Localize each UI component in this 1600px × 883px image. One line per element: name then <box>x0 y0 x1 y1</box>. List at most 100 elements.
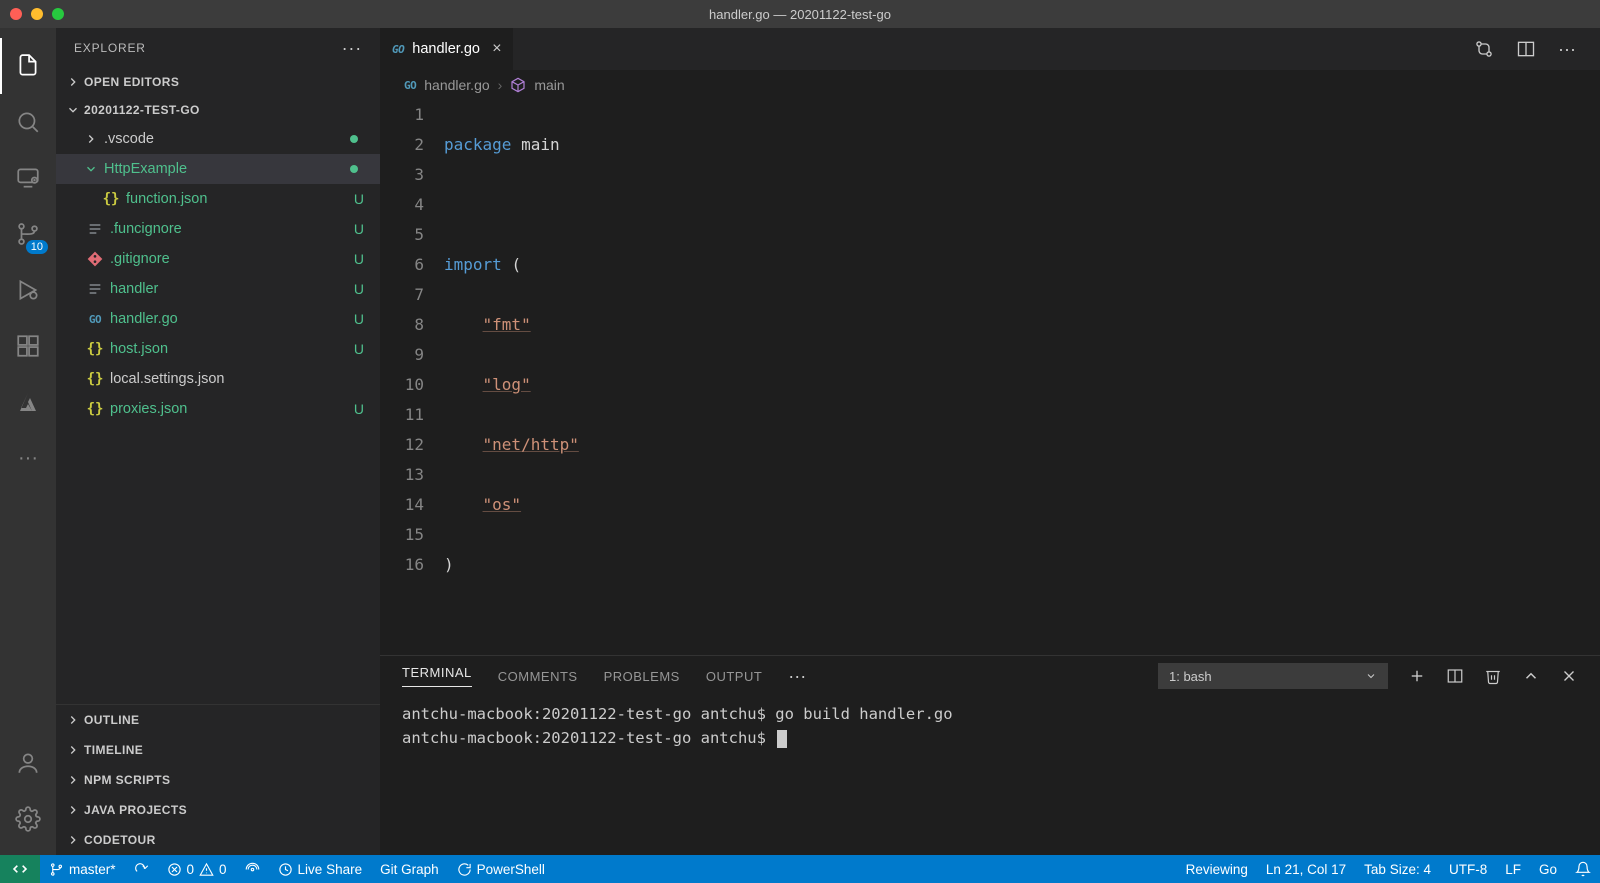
outline-label: OUTLINE <box>84 713 139 727</box>
account-icon <box>15 750 41 776</box>
activity-account[interactable] <box>0 735 56 791</box>
terminal[interactable]: antchu-macbook:20201122-test-go antchu$ … <box>380 696 1600 855</box>
editor-more-button[interactable]: ··· <box>1558 39 1576 60</box>
activity-search[interactable] <box>0 94 56 150</box>
git-badge: U <box>354 311 364 327</box>
activity-remote-explorer[interactable] <box>0 150 56 206</box>
git-branch-status[interactable]: master* <box>40 855 125 883</box>
file-lines-icon <box>84 281 106 297</box>
tree-file-localsettings[interactable]: {} local.settings.json <box>56 364 380 394</box>
sidebar-header: EXPLORER ··· <box>56 28 380 68</box>
compare-changes-button[interactable] <box>1474 39 1494 59</box>
eol-status[interactable]: LF <box>1496 855 1530 883</box>
codetour-label: CODETOUR <box>84 833 156 847</box>
cursor-position-status[interactable]: Ln 21, Col 17 <box>1257 855 1355 883</box>
activity-explorer[interactable] <box>0 38 56 94</box>
code-content[interactable]: package main import ( "fmt" "log" "net/h… <box>444 100 1600 655</box>
activity-debug[interactable] <box>0 262 56 318</box>
breadcrumb-file[interactable]: handler.go <box>424 77 489 93</box>
git-modified-dot <box>350 165 358 173</box>
close-icon[interactable]: × <box>492 40 501 58</box>
window-minimize-button[interactable] <box>31 8 43 20</box>
new-terminal-button[interactable] <box>1408 667 1426 685</box>
symbol-package-icon <box>510 77 526 93</box>
encoding-status[interactable]: UTF-8 <box>1440 855 1496 883</box>
activity-bar: 10 ··· <box>0 28 56 855</box>
window-close-button[interactable] <box>10 8 22 20</box>
activity-extensions[interactable] <box>0 318 56 374</box>
npm-section[interactable]: NPM SCRIPTS <box>56 765 380 795</box>
open-editors-section[interactable]: OPEN EDITORS <box>56 68 380 96</box>
tabsize-status[interactable]: Tab Size: 4 <box>1355 855 1440 883</box>
folder-section[interactable]: 20201122-TEST-GO <box>56 96 380 124</box>
liveshare-icon <box>278 862 293 877</box>
chevron-down-icon <box>66 103 80 117</box>
timeline-section[interactable]: TIMELINE <box>56 735 380 765</box>
terminal-selector[interactable]: 1: bash <box>1158 663 1388 689</box>
sidebar-more-button[interactable]: ··· <box>342 38 362 59</box>
chevron-right-icon <box>66 803 80 817</box>
breadcrumb-symbol[interactable]: main <box>534 77 564 93</box>
tree-item-label: handler.go <box>110 311 178 327</box>
open-editors-label: OPEN EDITORS <box>84 75 179 89</box>
tree-file-proxiesjson[interactable]: {} proxies.json U <box>56 394 380 424</box>
error-icon <box>167 862 182 877</box>
chevron-down-icon <box>1365 670 1377 682</box>
tree-folder-httpexample[interactable]: HttpExample <box>56 154 380 184</box>
bell-icon <box>1575 861 1591 877</box>
gitgraph-status[interactable]: Git Graph <box>371 855 448 883</box>
tab-handlergo[interactable]: GO handler.go × <box>380 28 514 70</box>
tree-folder-vscode[interactable]: .vscode <box>56 124 380 154</box>
git-badge: U <box>354 281 364 297</box>
debug-status[interactable] <box>236 855 269 883</box>
close-panel-button[interactable] <box>1560 667 1578 685</box>
activity-azure[interactable] <box>0 374 56 430</box>
panel-tab-terminal[interactable]: TERMINAL <box>402 665 472 687</box>
tree-item-label: local.settings.json <box>110 371 224 387</box>
sync-button[interactable] <box>125 855 158 883</box>
panel-tab-output[interactable]: OUTPUT <box>706 669 762 684</box>
maximize-panel-button[interactable] <box>1522 667 1540 685</box>
tree-file-handlergo[interactable]: GO handler.go U <box>56 304 380 334</box>
split-terminal-button[interactable] <box>1446 667 1464 685</box>
broadcast-icon <box>245 862 260 877</box>
activity-more[interactable]: ··· <box>0 430 56 486</box>
split-editor-button[interactable] <box>1516 39 1536 59</box>
kill-terminal-button[interactable] <box>1484 667 1502 685</box>
tree-file-hostjson[interactable]: {} host.json U <box>56 334 380 364</box>
git-icon <box>84 251 106 267</box>
panel-more-button[interactable]: ··· <box>788 666 806 687</box>
powershell-status[interactable]: PowerShell <box>448 855 554 883</box>
remote-icon <box>12 861 28 877</box>
window-zoom-button[interactable] <box>52 8 64 20</box>
json-icon: {} <box>100 191 122 207</box>
activity-scm[interactable]: 10 <box>0 206 56 262</box>
language-status[interactable]: Go <box>1530 855 1566 883</box>
reviewing-status[interactable]: Reviewing <box>1177 855 1257 883</box>
liveshare-status[interactable]: Live Share <box>269 855 372 883</box>
feedback-button[interactable] <box>1566 855 1600 883</box>
tree-file-functionjson[interactable]: {} function.json U <box>56 184 380 214</box>
breadcrumbs[interactable]: GO handler.go › main <box>380 70 1600 100</box>
timeline-label: TIMELINE <box>84 743 143 757</box>
tree-file-funcignore[interactable]: .funcignore U <box>56 214 380 244</box>
git-badge: U <box>354 221 364 237</box>
problems-status[interactable]: 0 0 <box>158 855 236 883</box>
gitgraph-label: Git Graph <box>380 862 439 877</box>
tree-file-handler[interactable]: handler U <box>56 274 380 304</box>
terminal-selector-label: 1: bash <box>1169 669 1212 684</box>
file-lines-icon <box>84 221 106 237</box>
activity-settings[interactable] <box>0 791 56 847</box>
tree-item-label: proxies.json <box>110 401 187 417</box>
panel-tab-comments[interactable]: COMMENTS <box>498 669 578 684</box>
split-icon <box>1516 39 1536 59</box>
panel-tab-problems[interactable]: PROBLEMS <box>604 669 680 684</box>
tree-file-gitignore[interactable]: .gitignore U <box>56 244 380 274</box>
terminal-line: antchu-macbook:20201122-test-go antchu$ <box>402 729 775 747</box>
outline-section[interactable]: OUTLINE <box>56 705 380 735</box>
titlebar: handler.go — 20201122-test-go <box>0 0 1600 28</box>
remote-indicator[interactable] <box>0 855 40 883</box>
codetour-section[interactable]: CODETOUR <box>56 825 380 855</box>
code-editor[interactable]: 1 2 3 4 5 6 7 8 9 10 11 12 13 14 15 16 p… <box>380 100 1600 655</box>
java-section[interactable]: JAVA PROJECTS <box>56 795 380 825</box>
